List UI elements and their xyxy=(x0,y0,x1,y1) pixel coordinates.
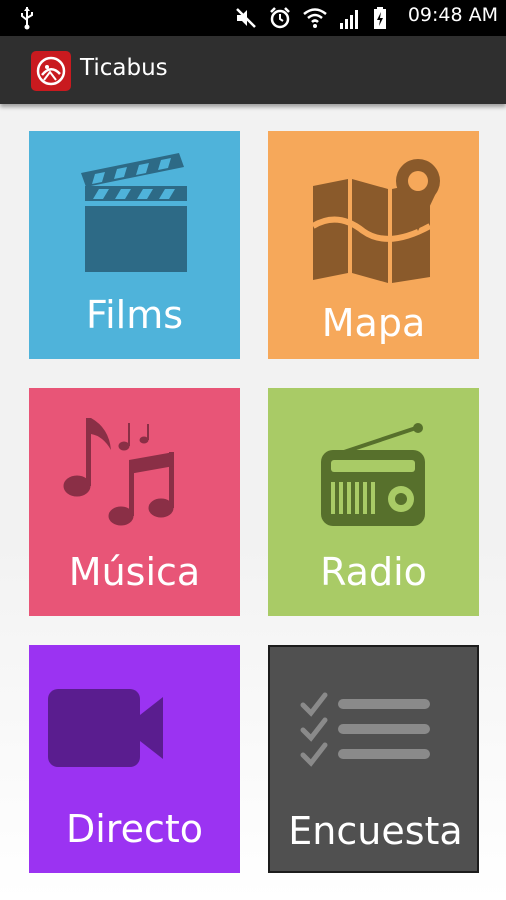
tile-films[interactable]: Films xyxy=(29,131,240,359)
map-pin-icon xyxy=(268,131,479,291)
signal-icon xyxy=(338,6,362,34)
battery-icon xyxy=(372,6,388,34)
status-time: 09:48 AM xyxy=(407,4,498,26)
tile-radio[interactable]: Radio xyxy=(268,388,479,616)
video-camera-icon xyxy=(29,645,240,805)
status-bar: 09:48 AM xyxy=(0,0,506,36)
tile-label-encuesta: Encuesta xyxy=(288,809,463,853)
mute-icon xyxy=(234,6,258,34)
tile-label-radio: Radio xyxy=(320,550,427,594)
film-clapperboard-icon xyxy=(29,131,240,291)
tile-label-directo: Directo xyxy=(65,807,204,851)
tile-musica[interactable]: Música xyxy=(29,388,240,616)
action-bar: Ticabus xyxy=(0,36,506,104)
checklist-icon xyxy=(270,647,481,807)
tile-label-mapa: Mapa xyxy=(321,301,426,345)
app-logo-icon[interactable] xyxy=(31,51,71,91)
usb-icon xyxy=(20,6,34,34)
tile-label-musica: Música xyxy=(68,550,201,594)
tile-directo[interactable]: Directo xyxy=(29,645,240,873)
music-notes-icon xyxy=(29,388,240,548)
tile-label-films: Films xyxy=(85,293,184,337)
radio-icon xyxy=(268,388,479,548)
alarm-icon xyxy=(268,6,292,34)
app-title: Ticabus xyxy=(80,55,168,81)
tile-encuesta[interactable]: Encuesta xyxy=(268,645,479,873)
wifi-icon xyxy=(302,6,328,34)
tile-mapa[interactable]: Mapa xyxy=(268,131,479,359)
